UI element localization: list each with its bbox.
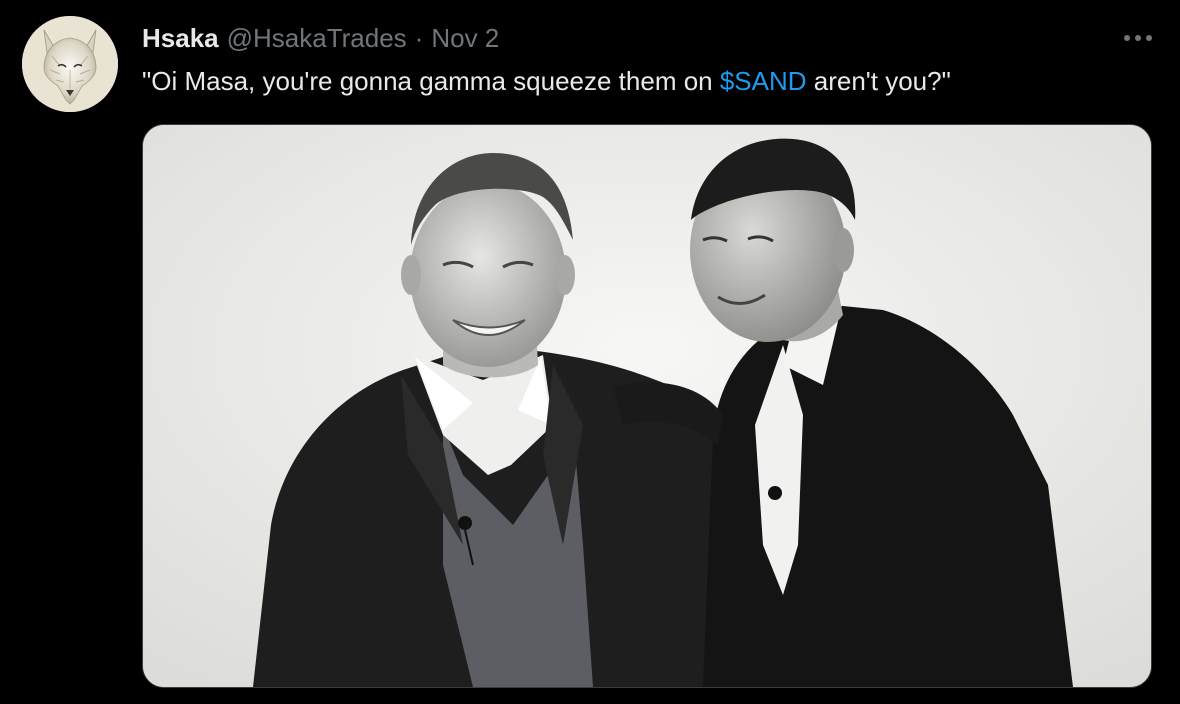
- header-separator: ·: [414, 22, 424, 53]
- white-wolf-avatar-icon: [22, 16, 118, 112]
- photo-two-men-image: [143, 125, 1151, 687]
- author-display-name[interactable]: Hsaka: [142, 23, 219, 54]
- author-avatar[interactable]: [22, 16, 118, 112]
- more-options-button[interactable]: [1118, 24, 1158, 52]
- more-options-icon: [1124, 35, 1152, 41]
- tweet[interactable]: Hsaka @HsakaTrades · Nov 2 "Oi Masa, you…: [0, 0, 1180, 704]
- tweet-text: "Oi Masa, you're gonna gamma squeeze the…: [142, 64, 951, 98]
- tweet-header: Hsaka @HsakaTrades · Nov 2: [142, 20, 499, 56]
- tweet-photo[interactable]: [142, 124, 1152, 688]
- author-handle[interactable]: @HsakaTrades: [227, 23, 407, 54]
- sand-cashtag-link[interactable]: $SAND: [720, 66, 807, 96]
- tweet-date[interactable]: Nov 2: [431, 23, 499, 54]
- tweet-text-before: "Oi Masa, you're gonna gamma squeeze the…: [142, 66, 720, 96]
- tweet-text-after: aren't you?": [806, 66, 951, 96]
